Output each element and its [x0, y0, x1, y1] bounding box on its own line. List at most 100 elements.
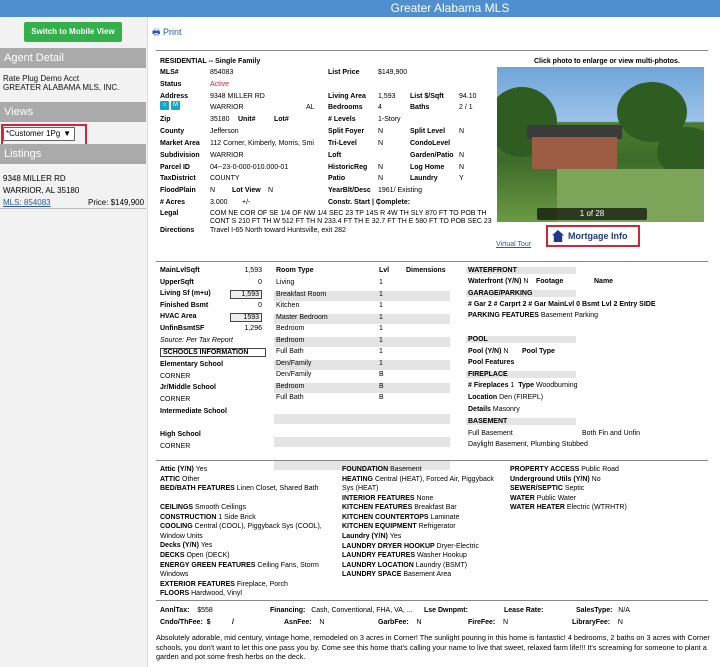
divider — [156, 600, 708, 601]
field-label: Loft — [328, 152, 342, 159]
pool-yn-value: N — [503, 348, 509, 355]
room-type: Breakfast Room — [276, 290, 327, 298]
basement-value-1: Full Basement — [468, 430, 513, 437]
field-value: N — [378, 164, 384, 171]
field-label: # Acres — [160, 199, 186, 206]
feature-row: ENERGY GREEN FEATURES Ceiling Fans, Stor… — [160, 561, 336, 580]
field-value: $149,900 — [378, 69, 408, 76]
feature-value: No — [591, 475, 601, 483]
feature-label: FLOORS — [160, 590, 192, 598]
dimensions-header: Dimensions — [406, 267, 446, 274]
fireplaces: # Fireplaces 1 Type Woodburning — [468, 382, 578, 389]
divider — [156, 460, 708, 461]
room-level: B — [379, 382, 384, 390]
field-value: COUNTY — [210, 175, 240, 182]
basement-value-3: Daylight Basement, Plumbing Stubbed — [468, 441, 588, 448]
row-stripe — [274, 414, 450, 424]
waterfront-heading: WATERFRONT — [466, 267, 576, 274]
schools-heading: SCHOOLS INFORMATION — [160, 348, 266, 357]
sqft-value: 1,593 — [230, 290, 262, 299]
views-heading: Views — [0, 102, 146, 122]
garb-fee-value: N — [416, 619, 422, 626]
property-photo[interactable]: 1 of 28 — [497, 67, 704, 222]
sales-type-label: SalesType: — [576, 607, 613, 614]
field-label: Legal — [160, 210, 179, 217]
mortgage-info-button[interactable]: Mortgage Info — [546, 225, 640, 247]
garage-line: # Gar 2 # Carprt 2 # Gar MainLvl 0 Bsmt … — [468, 301, 656, 308]
feature-value: Smooth Ceilings — [195, 504, 246, 512]
sqft-value: 1,296 — [244, 324, 262, 332]
room-level: B — [379, 371, 384, 378]
field-value: 854083 — [210, 69, 234, 76]
field-label: Address — [160, 93, 189, 100]
fireplace-type-label: Type — [518, 382, 535, 389]
mortgage-info-label: Mortgage Info — [568, 231, 628, 241]
feature-row: BED/BATH FEATURES Linen Closet, Shared B… — [160, 484, 336, 494]
fireplace-details: Details Masonry — [468, 406, 520, 413]
feature-label: KITCHEN COUNTERTOPS — [342, 513, 431, 521]
feature-label: INTERIOR FEATURES — [342, 494, 417, 502]
feature-value: Dryer-Electric — [436, 542, 479, 550]
feature-row: KITCHEN EQUIPMENT Refrigerator — [342, 522, 502, 532]
property-description: Absolutely adorable, mid century, vintag… — [156, 633, 710, 661]
maps-m-icon[interactable]: M — [171, 101, 180, 110]
field-value: N — [378, 128, 384, 135]
room-type: Den/Family — [276, 359, 312, 367]
field-value: 1961/ Existing — [378, 187, 422, 194]
feature-row: CEILINGS Smooth Ceilings — [160, 503, 336, 513]
virtual-tour-link[interactable]: Virtual Tour — [496, 241, 531, 248]
intermediate-label: Intermediate School — [160, 408, 227, 415]
field-value: N — [459, 128, 465, 135]
sales-type: SalesType: N/A — [576, 607, 630, 614]
field-value: Active — [210, 81, 230, 88]
state: AL — [306, 104, 315, 111]
feature-row: KITCHEN FEATURES Breakfast Bar — [342, 503, 502, 513]
room-level: 1 — [379, 279, 383, 286]
feature-label: EXTERIOR FEATURES — [160, 580, 237, 588]
basement-value-2: Both Fin and Unfin — [582, 430, 640, 437]
garb-fee-label: GarbFee: — [378, 619, 409, 626]
garage-heading: GARAGE/PARKING — [466, 290, 576, 297]
asn-fee-value: N — [319, 619, 325, 626]
field-label: FloodPlain — [160, 187, 196, 194]
feature-row: Laundry (Y/N) Yes — [342, 532, 502, 542]
feature-row: WATER Public Water — [510, 494, 700, 504]
feature-label: BED/BATH FEATURES — [160, 485, 237, 493]
field-value: 94.10 — [459, 93, 477, 100]
switch-to-mobile-button[interactable]: Switch to Mobile View — [24, 22, 122, 42]
listing-mls-link[interactable]: MLS: 854083 — [3, 198, 51, 207]
feature-label: LAUNDRY SPACE — [342, 571, 404, 579]
listing-type: RESIDENTIAL -- Single Family — [160, 58, 261, 65]
field-label: Subdivision — [160, 152, 200, 159]
feature-row: PROPERTY ACCESS Public Road — [510, 465, 700, 475]
condo-fee-label: Cndo/ThFee: — [160, 619, 203, 626]
top-bar: Greater Alabama MLS — [0, 0, 720, 17]
fire-fee: FireFee: N — [468, 619, 508, 626]
feature-label: COOLING — [160, 523, 195, 531]
feature-label: DECKS — [160, 552, 187, 559]
parking-features-label: PARKING FEATURES — [468, 312, 539, 319]
photo-caption: Click photo to enlarge or view multi-pho… — [534, 58, 680, 65]
field-value: | — [378, 199, 380, 206]
feature-value: 1 Side Brick — [218, 513, 256, 521]
agent-company: GREATER ALABAMA MLS, INC. — [3, 83, 120, 92]
feature-row: LAUNDRY FEATURES Washer Hookup — [342, 551, 502, 561]
lvl-header: Lvl — [379, 267, 390, 274]
map-icons[interactable]: ⌂ M — [160, 101, 182, 110]
feature-value: Laundry (BSMT) — [415, 561, 468, 569]
print-button[interactable]: 🖶 Print — [152, 25, 182, 41]
photo-counter[interactable]: 1 of 28 — [537, 208, 647, 220]
condo-fee: Cndo/ThFee: $ / — [160, 619, 234, 626]
room-level: 1 — [379, 302, 383, 309]
sqft-label: UpperSqft — [160, 278, 194, 286]
feature-row: DECKS Open (DECK) — [160, 551, 336, 561]
room-type: Den/Family — [276, 371, 312, 378]
field-value: N — [378, 140, 384, 147]
feature-label: CEILINGS — [160, 504, 196, 512]
feature-row: INTERIOR FEATURES None — [342, 494, 502, 504]
map-icon[interactable]: ⌂ — [160, 101, 169, 110]
sqft-label: Living Sf (m+u) — [160, 290, 211, 297]
room-type: Living — [276, 279, 295, 286]
printer-icon: 🖶 — [152, 27, 161, 37]
divider — [156, 50, 708, 51]
